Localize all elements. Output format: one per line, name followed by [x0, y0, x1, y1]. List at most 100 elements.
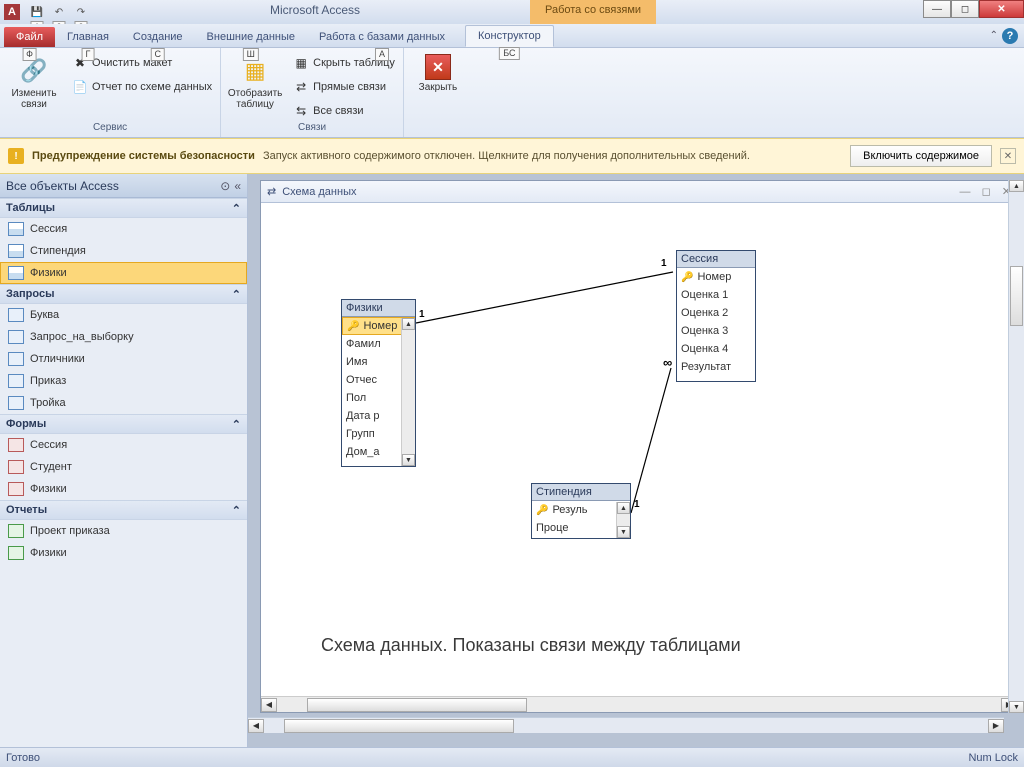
table-field[interactable]: Оценка 4: [677, 340, 755, 358]
table-field[interactable]: Результат: [677, 358, 755, 376]
query-icon: [8, 308, 24, 322]
scroll-left-icon[interactable]: ◀: [261, 698, 277, 712]
rel-label-one: 1: [634, 499, 640, 510]
nav-item-report[interactable]: Физики: [0, 542, 247, 564]
scroll-thumb[interactable]: [307, 698, 527, 712]
scroll-thumb[interactable]: [284, 719, 514, 733]
canvas-vertical-scrollbar[interactable]: ▲ ▼: [1008, 180, 1024, 713]
table-icon: [8, 266, 24, 280]
nav-group-queries[interactable]: Запросы⌃: [0, 284, 247, 304]
nav-group-forms[interactable]: Формы⌃: [0, 414, 247, 434]
table-scrollbar[interactable]: ▲ ▼: [616, 502, 630, 538]
all-rel-icon: ⇆: [293, 103, 309, 119]
table-scrollbar[interactable]: ▲ ▼: [401, 318, 415, 466]
security-message[interactable]: Запуск активного содержимого отключен. Щ…: [263, 150, 842, 163]
scroll-up-icon[interactable]: ▲: [1009, 180, 1024, 192]
qat-undo-icon[interactable]: ↶2: [50, 3, 68, 21]
navigation-pane: Все объекты Access ⊙ « Таблицы⌃ Сессия С…: [0, 174, 248, 747]
all-relationships-button[interactable]: ⇆ Все связи: [289, 100, 399, 122]
table-box-session[interactable]: Сессия 🔑Номер Оценка 1 Оценка 2 Оценка 3…: [676, 250, 756, 382]
query-icon: [8, 330, 24, 344]
hide-table-icon: ▦: [293, 55, 309, 71]
tab-create[interactable]: СозданиеС: [121, 27, 195, 47]
scroll-up-icon[interactable]: ▲: [402, 318, 415, 330]
direct-relationships-button[interactable]: ⇄ Прямые связи: [289, 76, 399, 98]
nav-item-query[interactable]: Приказ: [0, 370, 247, 392]
rel-label-one: 1: [661, 258, 667, 269]
table-icon: [8, 222, 24, 236]
maximize-button[interactable]: ◻: [951, 0, 979, 18]
query-icon: [8, 352, 24, 366]
group-label-relationships: Связи: [225, 122, 399, 135]
nav-group-reports[interactable]: Отчеты⌃: [0, 500, 247, 520]
doc-horizontal-scrollbar[interactable]: ◀ ▶: [261, 696, 1017, 712]
table-title: Сессия: [677, 251, 755, 268]
security-title: Предупреждение системы безопасности: [32, 150, 255, 162]
table-field[interactable]: Оценка 2: [677, 304, 755, 322]
form-icon: [8, 460, 24, 474]
tab-design[interactable]: КонструкторБС: [465, 25, 554, 47]
ribbon-collapse-icon[interactable]: ⌃: [990, 30, 998, 41]
nav-item-query[interactable]: Запрос_на_выборку: [0, 326, 247, 348]
minimize-button[interactable]: —: [923, 0, 951, 18]
table-field[interactable]: Оценка 1: [677, 286, 755, 304]
nav-pane-header[interactable]: Все объекты Access ⊙ «: [0, 174, 247, 198]
close-button[interactable]: ✕ Закрыть: [408, 50, 468, 122]
scroll-thumb[interactable]: [1010, 266, 1023, 326]
slide-caption: Схема данных. Показаны связи между табли…: [321, 635, 741, 656]
scroll-down-icon[interactable]: ▼: [1009, 701, 1024, 713]
tab-home[interactable]: ГлавнаяГ: [55, 27, 121, 47]
table-field[interactable]: Оценка 3: [677, 322, 755, 340]
nav-item-form[interactable]: Физики: [0, 478, 247, 500]
window-controls: — ◻ ✕: [923, 0, 1024, 18]
close-window-button[interactable]: ✕: [979, 0, 1024, 18]
qat-redo-icon[interactable]: ↷3: [72, 3, 90, 21]
ribbon-group-relationships: ▦ Отобразить таблицу ▦ Скрыть таблицу ⇄ …: [221, 48, 404, 137]
tab-database-tools[interactable]: Работа с базами данныхА: [307, 27, 457, 47]
security-close-button[interactable]: ✕: [1000, 148, 1016, 164]
nav-item-query[interactable]: Тройка: [0, 392, 247, 414]
table-field[interactable]: 🔑Номер: [677, 268, 755, 286]
doc-minimize-icon[interactable]: —: [960, 186, 971, 198]
relationships-canvas[interactable]: 1 1 1 ∞ Физики 🔑Номер Фамил Имя Отчес По…: [261, 203, 1017, 696]
relationships-window: ⇄ Схема данных — ◻ ✕ 1 1 1 ∞: [260, 180, 1018, 713]
table-box-fiziki[interactable]: Физики 🔑Номер Фамил Имя Отчес Пол Дата р…: [341, 299, 416, 467]
main-area: Все объекты Access ⊙ « Таблицы⌃ Сессия С…: [0, 174, 1024, 747]
nav-collapse-icon[interactable]: «: [234, 179, 241, 193]
close-x-icon: ✕: [425, 54, 451, 80]
scroll-right-icon[interactable]: ▶: [988, 719, 1004, 733]
ribbon-tabs: ФайлФ ГлавнаяГ СозданиеС Внешние данныеШ…: [0, 24, 1024, 48]
scroll-left-icon[interactable]: ◀: [248, 719, 264, 733]
nav-item-form[interactable]: Сессия: [0, 434, 247, 456]
nav-item-table[interactable]: Сессия: [0, 218, 247, 240]
security-warning-bar: ! Предупреждение системы безопасности За…: [0, 138, 1024, 174]
nav-item-table[interactable]: Физики: [0, 262, 247, 284]
outer-horizontal-scrollbar[interactable]: ◀ ▶: [248, 717, 1004, 733]
tab-file[interactable]: ФайлФ: [4, 27, 55, 47]
nav-dropdown-icon[interactable]: ⊙: [220, 179, 230, 193]
ribbon-group-close: ✕ Закрыть: [404, 48, 472, 137]
status-numlock: Num Lock: [968, 752, 1018, 764]
table-box-stipend[interactable]: Стипендия 🔑Резуль Проце ▲ ▼: [531, 483, 631, 539]
enable-content-button[interactable]: Включить содержимое: [850, 145, 992, 167]
nav-group-tables[interactable]: Таблицы⌃: [0, 198, 247, 218]
scroll-up-icon[interactable]: ▲: [617, 502, 630, 514]
nav-item-query[interactable]: Буква: [0, 304, 247, 326]
nav-item-table[interactable]: Стипендия: [0, 240, 247, 262]
scroll-down-icon[interactable]: ▼: [617, 526, 630, 538]
key-icon: 🔑: [536, 505, 548, 516]
nav-item-form[interactable]: Студент: [0, 456, 247, 478]
chevron-up-icon: ⌃: [232, 202, 241, 215]
chevron-up-icon: ⌃: [232, 418, 241, 431]
tab-external-data[interactable]: Внешние данныеШ: [195, 27, 307, 47]
qat-save-icon[interactable]: 💾1: [28, 3, 46, 21]
doc-restore-icon[interactable]: ◻: [982, 186, 991, 198]
nav-item-report[interactable]: Проект приказа: [0, 520, 247, 542]
doc-titlebar[interactable]: ⇄ Схема данных — ◻ ✕: [261, 181, 1017, 203]
nav-item-query[interactable]: Отличники: [0, 348, 247, 370]
ribbon-group-service: 🔗 Изменить связи ✖ Очистить макет 📄 Отче…: [0, 48, 221, 137]
scroll-down-icon[interactable]: ▼: [402, 454, 415, 466]
context-title: Работа со связями: [530, 0, 656, 24]
help-icon[interactable]: ?: [1002, 28, 1018, 44]
relationship-report-button[interactable]: 📄 Отчет по схеме данных: [68, 76, 216, 98]
